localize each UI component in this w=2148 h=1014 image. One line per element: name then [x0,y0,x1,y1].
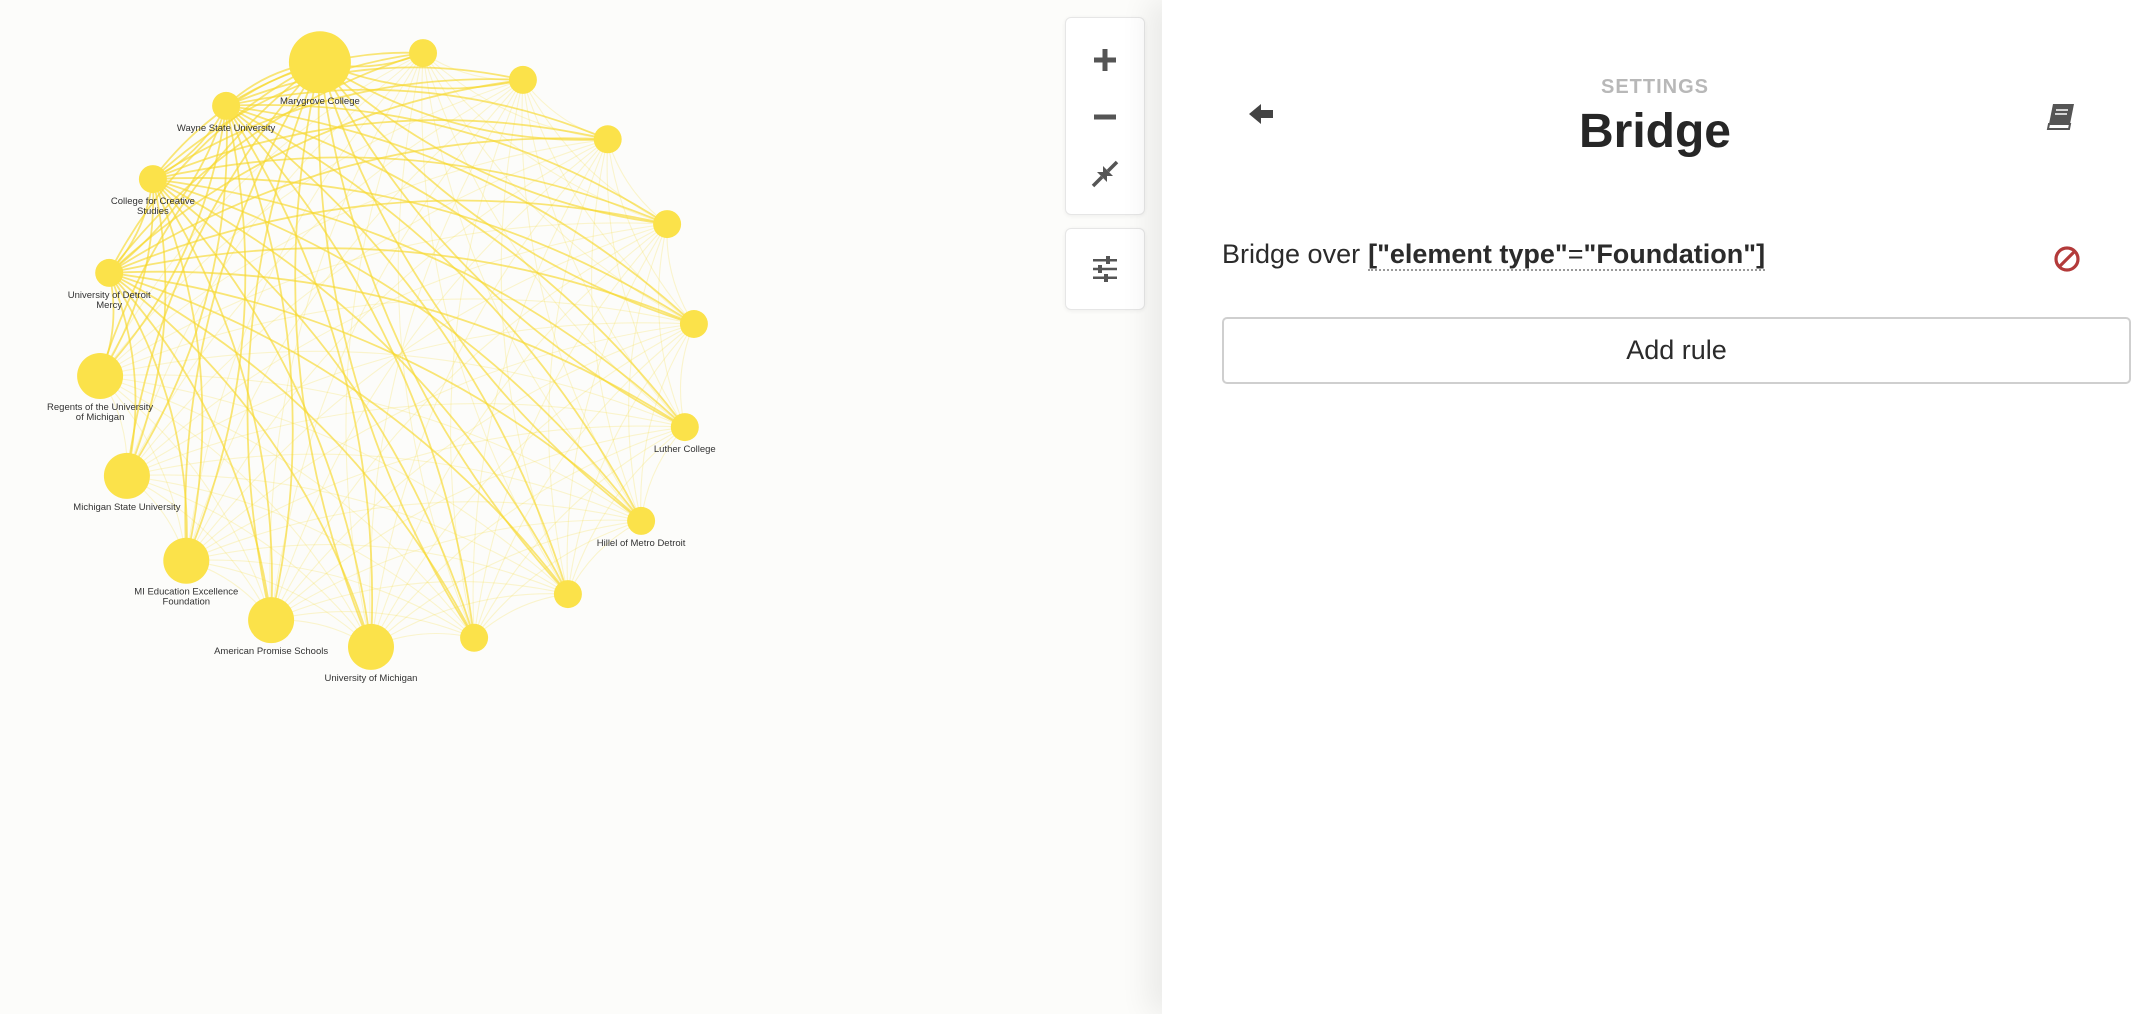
node-label-ccs: Studies [137,206,169,217]
graph-edge [319,61,642,522]
graph-node-hillel[interactable] [627,506,656,535]
node-label-udm: Mercy [96,300,122,311]
filter-controls [1065,228,1145,310]
graph-node-regents[interactable] [77,353,124,399]
graph-edge [628,223,668,522]
graph-edge [591,139,642,522]
node-label-marygrove: Marygrove College [280,96,360,107]
node-label-luther: Luther College [654,444,716,455]
node-label-msu: Michigan State University [73,502,180,513]
minus-icon [1094,114,1116,120]
graph-edge [109,247,695,325]
graph-node-ccs[interactable] [138,165,167,194]
graph-edge [370,323,695,648]
graph-node-aps[interactable] [248,597,295,644]
node-label-umich: University of Michigan [325,673,418,684]
graph-edge [521,79,642,522]
node-label-regents: of Michigan [76,412,125,423]
graph-node-n1[interactable] [409,39,437,68]
graph-edge [679,323,695,428]
graph-edge [270,581,569,621]
rule-prefix: Bridge over [1222,239,1361,269]
graph-node-n3[interactable] [593,125,622,154]
documentation-button[interactable] [2042,96,2082,136]
graph-node-miedu[interactable] [163,537,210,584]
graph-edge [270,79,524,621]
graph-edge [567,520,642,595]
graph-edge [246,61,321,621]
graph-node-msu[interactable] [103,452,150,499]
graph-node-umich[interactable] [348,623,394,670]
graph-node-n8[interactable] [553,580,582,609]
graph-edge [294,62,372,648]
graph-edge [152,178,642,522]
node-label-hillel: Hillel of Metro Detroit [597,538,686,549]
graph-node-n2[interactable] [508,65,537,94]
graph-edge [522,79,668,225]
graph-edge [421,53,569,595]
plus-icon [1094,49,1116,71]
graph-edge [126,403,685,477]
network-graph-canvas[interactable]: Marygrove College Luther College Hillel of… [0,0,1162,1014]
graph-edge [126,178,167,477]
settings-eyebrow: SETTINGS [1600,76,1709,98]
graph-edge [108,52,424,274]
graph-settings-button[interactable] [1066,241,1144,297]
zoom-controls [1065,17,1145,215]
graph-node-wsu[interactable] [212,91,241,120]
rule-row: Bridge over ["element type"="Foundation"] [1222,234,2082,274]
graph-edge [126,322,694,477]
node-label-wsu: Wayne State University [177,123,276,134]
rule-selector-key: ["element type" [1368,239,1568,269]
rule-selector[interactable]: ["element type"="Foundation"] [1368,239,1766,271]
graph-node-n9[interactable] [460,623,489,652]
graph-edge [473,593,568,639]
graph-node-udm[interactable] [95,258,124,287]
compress-arrows-icon [1091,160,1119,188]
network-graph[interactable]: Marygrove College Luther College Hillel of… [0,0,1162,1014]
fit-to-screen-button[interactable] [1066,146,1144,202]
graph-edge [100,374,642,522]
book-icon [2046,104,2074,130]
settings-panel: SETTINGS Bridge Bridge over ["element typ… [1162,0,2148,1014]
graph-node-n4[interactable] [653,210,682,239]
graph-edge [108,79,524,274]
node-label-miedu: Foundation [163,597,211,608]
graph-edge [126,223,668,477]
page-title: Bridge [1578,105,1731,158]
add-rule-button[interactable]: Add rule [1222,317,2131,384]
sliders-icon [1093,256,1117,282]
graph-edge [640,426,686,521]
graph-edge [186,544,569,595]
remove-rule-button[interactable] [2052,244,2082,274]
rule-selector-operator: = [1567,239,1584,269]
graph-node-luther[interactable] [670,413,699,442]
rule-selector-value: "Foundation"] [1583,239,1766,269]
zoom-in-button[interactable] [1066,32,1144,88]
ban-icon [2054,246,2080,272]
graph-node-n5[interactable] [679,310,708,338]
node-label-aps: American Promise Schools [214,646,328,657]
zoom-out-button[interactable] [1066,89,1144,145]
graph-node-marygrove[interactable] [288,31,351,94]
